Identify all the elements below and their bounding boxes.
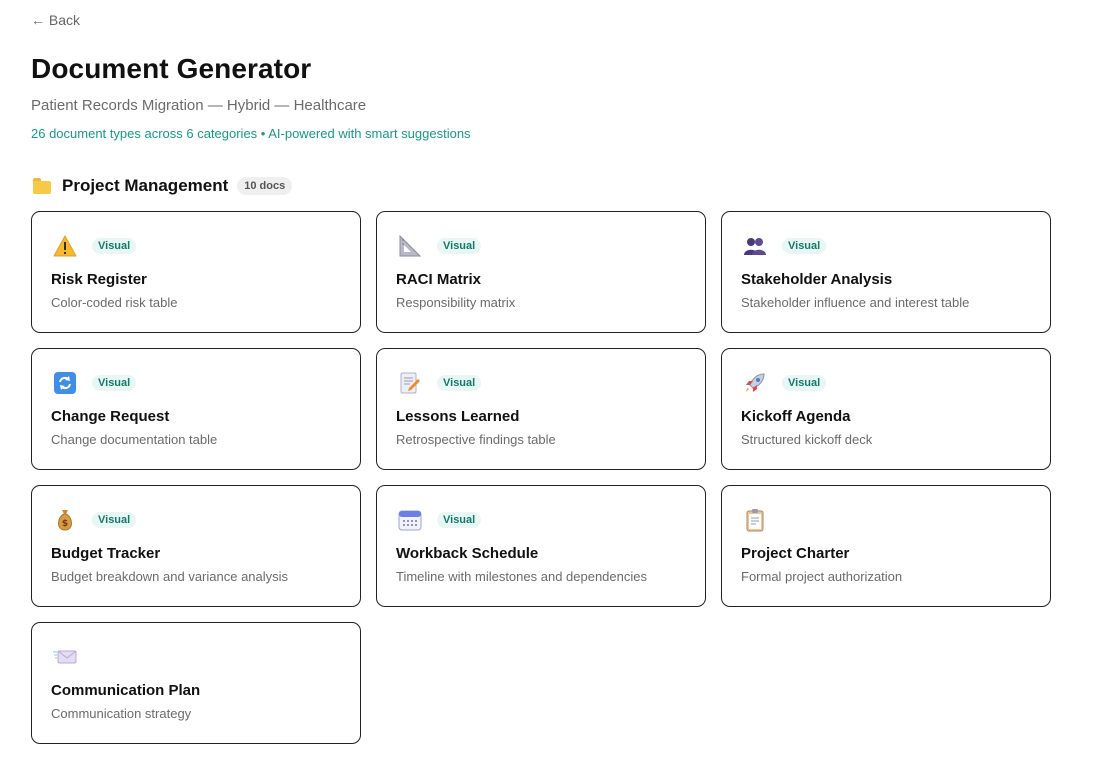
envelope-icon — [52, 644, 78, 670]
card-workback-schedule[interactable]: Visual Workback Schedule Timeline with m… — [376, 485, 706, 607]
card-description: Change documentation table — [51, 432, 218, 447]
card-title: Communication Plan — [51, 682, 201, 699]
card-description: Responsibility matrix — [396, 295, 516, 310]
card-description: Communication strategy — [51, 706, 192, 721]
visual-badge: Visual — [782, 238, 827, 254]
visual-badge: Visual — [437, 375, 482, 391]
card-raci-matrix[interactable]: Visual RACI Matrix Responsibility matrix — [376, 211, 706, 333]
card-title: Risk Register — [51, 271, 147, 288]
calendar-icon — [397, 507, 423, 533]
card-risk-register[interactable]: Visual Risk Register Color-coded risk ta… — [31, 211, 361, 333]
card-description: Stakeholder influence and interest table — [741, 295, 970, 310]
card-description: Retrospective findings table — [396, 432, 556, 447]
refresh-icon — [52, 370, 78, 396]
section-count-badge: 10 docs — [237, 177, 293, 195]
people-icon — [742, 233, 768, 259]
card-title: Project Charter — [741, 545, 850, 562]
card-lessons-learned[interactable]: Visual Lessons Learned Retrospective fin… — [376, 348, 706, 470]
card-description: Structured kickoff deck — [741, 432, 873, 447]
money-bag-icon: $ — [52, 507, 78, 533]
page-summary: 26 document types across 6 categories • … — [31, 126, 471, 141]
card-change-request[interactable]: Visual Change Request Change documentati… — [31, 348, 361, 470]
section-title: Project Management — [62, 176, 229, 195]
document-grid: Visual Risk Register Color-coded risk ta… — [31, 211, 1051, 744]
visual-badge: Visual — [92, 512, 137, 528]
back-link[interactable]: ← Back — [31, 12, 80, 28]
section-header: Project Management 10 docs — [31, 175, 293, 197]
card-description: Timeline with milestones and dependencie… — [396, 569, 647, 584]
warning-icon — [52, 233, 78, 259]
card-title: RACI Matrix — [396, 271, 482, 288]
triangle-ruler-icon — [397, 233, 423, 259]
page-title: Document Generator — [31, 53, 312, 84]
svg-text:$: $ — [62, 519, 68, 529]
card-project-charter[interactable]: Project Charter Formal project authoriza… — [721, 485, 1051, 607]
visual-badge: Visual — [92, 375, 137, 391]
card-title: Stakeholder Analysis — [741, 271, 893, 288]
card-title: Kickoff Agenda — [741, 408, 851, 425]
card-description: Budget breakdown and variance analysis — [51, 569, 289, 584]
visual-badge: Visual — [437, 512, 482, 528]
folder-icon — [33, 178, 53, 194]
rocket-icon — [742, 370, 768, 396]
card-description: Color-coded risk table — [51, 295, 178, 310]
card-title: Budget Tracker — [51, 545, 161, 562]
memo-icon — [397, 370, 423, 396]
clipboard-icon — [742, 507, 768, 533]
card-title: Change Request — [51, 408, 170, 425]
page-subtitle: Patient Records Migration — Hybrid — Hea… — [31, 97, 367, 114]
card-title: Workback Schedule — [396, 545, 539, 562]
visual-badge: Visual — [92, 238, 137, 254]
card-title: Lessons Learned — [396, 408, 520, 425]
card-stakeholder-analysis[interactable]: Visual Stakeholder Analysis Stakeholder … — [721, 211, 1051, 333]
visual-badge: Visual — [437, 238, 482, 254]
card-budget-tracker[interactable]: $ Visual Budget Tracker Budget breakdown… — [31, 485, 361, 607]
card-description: Formal project authorization — [741, 569, 903, 584]
card-communication-plan[interactable]: Communication Plan Communication strateg… — [31, 622, 361, 744]
card-kickoff-agenda[interactable]: Visual Kickoff Agenda Structured kickoff… — [721, 348, 1051, 470]
visual-badge: Visual — [782, 375, 827, 391]
